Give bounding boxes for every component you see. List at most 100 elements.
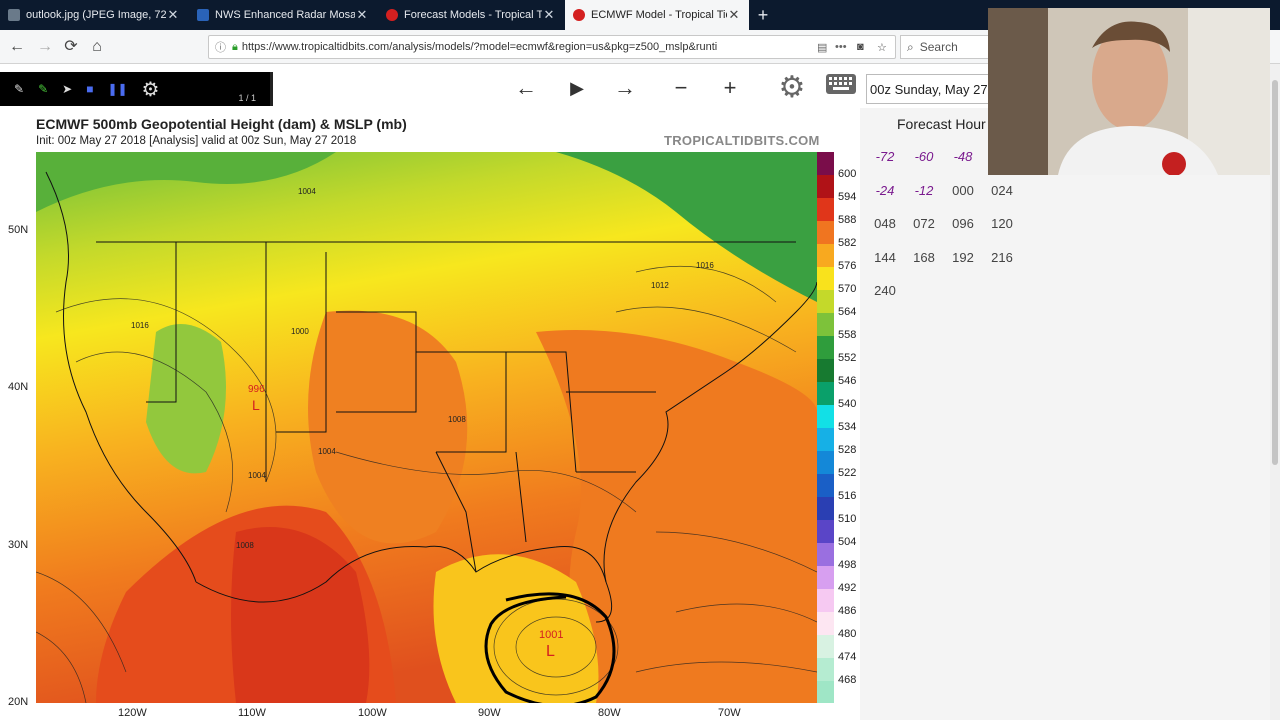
- pressure-label: 1004: [318, 447, 336, 456]
- pressure-label: 1008: [236, 541, 254, 550]
- url-text[interactable]: https://www.tropicaltidbits.com/analysis…: [242, 41, 817, 53]
- forecast-hour-button[interactable]: 216: [985, 246, 1019, 270]
- search-icon: ⌕: [907, 39, 914, 54]
- page-actions-icon[interactable]: •••: [835, 41, 857, 53]
- forecast-hour-button[interactable]: 120: [985, 212, 1019, 236]
- map-title: ECMWF 500mb Geopotential Height (dam) & …: [36, 116, 407, 132]
- search-placeholder: Search: [919, 40, 958, 54]
- pause-icon[interactable]: ❚❚: [107, 82, 127, 96]
- close-icon[interactable]: ✕: [727, 7, 741, 23]
- home-icon[interactable]: ⌂: [86, 36, 108, 58]
- scale-label: 570: [838, 283, 857, 295]
- previous-frame-button[interactable]: ←: [511, 73, 541, 103]
- latitude-label: 50N: [8, 224, 29, 236]
- tab-forecast-models[interactable]: Forecast Models - Tropical Tidbits ✕: [378, 0, 564, 30]
- zoom-out-button[interactable]: −: [666, 73, 696, 103]
- info-icon[interactable]: ⓘ: [215, 39, 226, 55]
- next-frame-button[interactable]: →: [610, 73, 640, 103]
- pocket-icon[interactable]: ◙: [857, 41, 877, 53]
- scale-label: 576: [838, 260, 857, 272]
- map-subtitle: Init: 00z May 27 2018 [Analysis] valid a…: [36, 135, 357, 147]
- back-arrow-icon[interactable]: ←: [6, 36, 28, 58]
- forecast-hour-button[interactable]: 024: [985, 179, 1019, 203]
- scale-label: 540: [838, 398, 857, 410]
- forecast-hour-button[interactable]: -60: [907, 145, 941, 169]
- forecast-hour-button[interactable]: 192: [946, 246, 980, 270]
- pressure-label: 1016: [131, 321, 149, 330]
- forecast-hour-button[interactable]: 168: [907, 246, 941, 270]
- scale-label: 498: [838, 559, 857, 571]
- gear-icon[interactable]: ⚙: [777, 73, 807, 103]
- reload-icon[interactable]: ⟳: [60, 36, 82, 58]
- close-icon[interactable]: ✕: [542, 7, 556, 23]
- bookmark-star-icon[interactable]: ☆: [877, 41, 895, 54]
- lock-icon[interactable]: 🔒︎: [232, 41, 238, 54]
- tab-title: ECMWF Model - Tropical Tidbits: [591, 9, 727, 21]
- forecast-hour-button[interactable]: -72: [868, 145, 902, 169]
- tab-title: NWS Enhanced Radar Mosaic: [215, 9, 355, 21]
- forward-arrow-icon[interactable]: →: [34, 36, 56, 58]
- forecast-hour-button[interactable]: 048: [868, 212, 902, 236]
- scale-label: 474: [838, 651, 857, 663]
- forecast-hour-title: Forecast Hour: [897, 116, 986, 132]
- forecast-hour-button[interactable]: -48: [946, 145, 980, 169]
- new-tab-button[interactable]: +: [752, 4, 774, 26]
- nws-icon: [197, 9, 209, 21]
- flame-icon: [386, 9, 398, 21]
- stop-icon[interactable]: ■: [86, 82, 93, 96]
- image-icon: [8, 9, 20, 21]
- scale-label: 492: [838, 582, 857, 594]
- play-button[interactable]: ▶: [562, 73, 592, 103]
- forecast-hour-button[interactable]: 144: [868, 246, 902, 270]
- weather-map[interactable]: 1004 1016 1016 1012 1000 1008 1004 1004 …: [36, 152, 817, 703]
- color-scale: [817, 152, 834, 703]
- latitude-label: 30N: [8, 539, 29, 551]
- forecast-hour-button[interactable]: -12: [907, 179, 941, 203]
- close-icon[interactable]: ✕: [355, 7, 369, 23]
- scale-label: 468: [838, 674, 857, 686]
- latitude-label: 40N: [8, 381, 29, 393]
- longitude-label: 70W: [718, 707, 741, 719]
- scale-label: 522: [838, 467, 857, 479]
- scale-label: 558: [838, 329, 857, 341]
- scrollbar-thumb[interactable]: [1272, 80, 1278, 465]
- tab-title: Forecast Models - Tropical Tidbits: [404, 9, 542, 21]
- scale-label: 480: [838, 628, 857, 640]
- keyboard-icon[interactable]: [824, 73, 858, 103]
- pressure-label: 1001: [539, 629, 563, 641]
- gear-icon[interactable]: ⚙: [142, 77, 160, 102]
- longitude-label: 100W: [358, 707, 387, 719]
- low-marker: L: [546, 643, 555, 660]
- scale-label: 516: [838, 490, 857, 502]
- scale-label: 510: [838, 513, 857, 525]
- tab-ecmwf-model[interactable]: ECMWF Model - Tropical Tidbits ✕: [565, 0, 749, 30]
- scale-label: 546: [838, 375, 857, 387]
- scale-label: 528: [838, 444, 857, 456]
- address-bar[interactable]: ⓘ 🔒︎ https://www.tropicaltidbits.com/ana…: [208, 35, 896, 59]
- scale-label: 534: [838, 421, 857, 433]
- forecast-hour-button[interactable]: 000: [946, 179, 980, 203]
- tab-outlook-jpg[interactable]: outlook.jpg (JPEG Image, 720 × ✕: [0, 0, 188, 30]
- brand-watermark: TROPICALTIDBITS.COM: [664, 133, 820, 148]
- pressure-label: 1012: [651, 281, 669, 290]
- forecast-hour-button[interactable]: -24: [868, 179, 902, 203]
- pointer-icon[interactable]: ➤: [62, 82, 72, 96]
- forecast-hour-button[interactable]: 096: [946, 212, 980, 236]
- scale-label: 600: [838, 168, 857, 180]
- tab-title: outlook.jpg (JPEG Image, 720 ×: [26, 9, 166, 21]
- zoom-in-button[interactable]: +: [715, 73, 745, 103]
- tab-nws-radar[interactable]: NWS Enhanced Radar Mosaic ✕: [189, 0, 377, 30]
- forecast-hour-button[interactable]: 240: [868, 279, 902, 303]
- reader-view-icon[interactable]: ▤: [817, 41, 835, 54]
- close-icon[interactable]: ✕: [166, 7, 180, 23]
- scale-label: 486: [838, 605, 857, 617]
- search-input[interactable]: ⌕ Search: [900, 35, 990, 59]
- pressure-label: 1004: [248, 471, 266, 480]
- scale-label: 504: [838, 536, 857, 548]
- pencil-icon[interactable]: ✎: [14, 82, 24, 96]
- forecast-hour-button[interactable]: 072: [907, 212, 941, 236]
- highlighter-icon[interactable]: ✎: [38, 82, 48, 96]
- scale-label: 588: [838, 214, 857, 226]
- date-selector[interactable]: 00z Sunday, May 27: [866, 74, 990, 104]
- flame-icon: [573, 9, 585, 21]
